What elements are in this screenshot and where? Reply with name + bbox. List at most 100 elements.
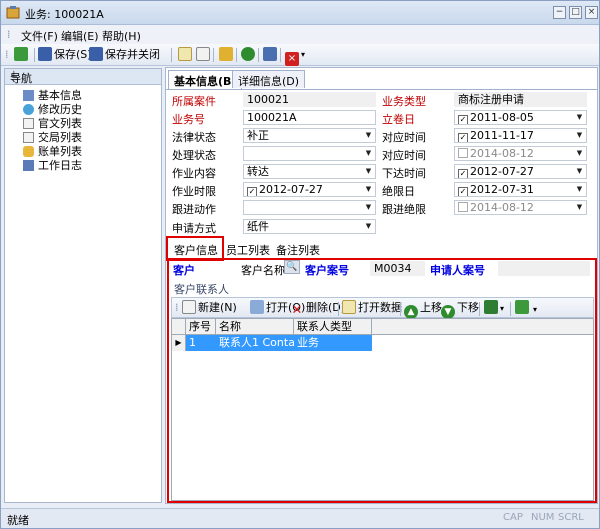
final-deadline-label: 绝限日 [382, 185, 415, 198]
resp-time-picker[interactable]: ✓ 2011-11-17 ▼ [454, 128, 587, 143]
app-icon [6, 6, 20, 19]
window-title: 业务: 100021A [25, 8, 104, 21]
save-close-button[interactable]: 保存并关闭 [89, 47, 160, 63]
legal-status-label: 法律状态 [172, 131, 216, 144]
tab-detail-info[interactable]: 详细信息(D) [232, 70, 306, 88]
chevron-down-icon[interactable]: ▼ [363, 148, 374, 159]
delete-record-button[interactable]: × [285, 47, 301, 66]
final-deadline-picker[interactable]: ✓ 2012-07-31 ▼ [454, 182, 587, 197]
move-down-button[interactable]: ▼ 下移 [441, 300, 479, 319]
column-header-type[interactable]: 联系人类型 [294, 319, 372, 334]
close-button[interactable]: × [585, 6, 598, 19]
chevron-down-icon[interactable]: ▼ [574, 130, 585, 141]
row-header-corner [172, 319, 186, 335]
follow-deadline-checkbox[interactable] [458, 202, 468, 212]
resp-time2-checkbox[interactable] [458, 148, 468, 158]
chevron-down-icon[interactable]: ▾ [500, 304, 504, 313]
info-button[interactable] [241, 47, 257, 63]
search-icon[interactable]: 🔍 [284, 260, 300, 274]
cap-indicator: CAP [503, 512, 523, 523]
new-icon [182, 300, 196, 314]
app-window: 业务: 100021A − □ × ⁞ 文件(F) 编辑(E) 帮助(H) ⁞ … [0, 0, 600, 529]
book-icon [263, 47, 277, 61]
export-excel-button[interactable]: ▾ [484, 300, 504, 316]
resp-time2-picker[interactable]: 2014-08-12 ▼ [454, 146, 587, 161]
refresh-contacts-button[interactable] [515, 300, 531, 316]
nav-item-bills[interactable]: 账单列表 [23, 143, 82, 158]
work-deadline-checkbox[interactable]: ✓ [247, 187, 257, 196]
deliver-time-picker[interactable]: ✓ 2012-07-27 ▼ [454, 164, 587, 179]
basic-info-icon [23, 90, 34, 101]
work-deadline-label: 作业时限 [172, 185, 216, 198]
final-deadline-checkbox[interactable]: ✓ [458, 187, 468, 196]
delete-contact-button[interactable]: ✕ 删除(D) [290, 300, 346, 318]
menu-bar: ⁞ 文件(F) 编辑(E) 帮助(H) [1, 25, 599, 44]
book-button[interactable] [263, 47, 279, 63]
resp-time-checkbox[interactable]: ✓ [458, 133, 468, 142]
chevron-down-icon[interactable]: ▼ [574, 166, 585, 177]
toolbar-overflow-chevron[interactable]: ▾ [533, 302, 537, 318]
minimize-button[interactable]: − [553, 6, 566, 19]
toolbar-grip: ⁞ [5, 48, 9, 61]
applicant-case-field [498, 261, 590, 276]
cell-seq: 1 [186, 335, 216, 351]
refresh-button[interactable] [14, 47, 30, 63]
nav-item-worklog[interactable]: 工作日志 [23, 157, 82, 172]
legal-status-select[interactable]: 补正 ▼ [243, 128, 376, 143]
chevron-down-icon[interactable]: ▼ [363, 202, 374, 213]
deliver-time-checkbox[interactable]: ✓ [458, 169, 468, 178]
work-content-select[interactable]: 转达 ▼ [243, 164, 376, 179]
follow-action-select[interactable]: ▼ [243, 200, 376, 215]
document-button[interactable] [178, 47, 194, 63]
menu-edit[interactable]: 编辑(E) [61, 28, 99, 44]
menu-file[interactable]: 文件(F) [21, 28, 58, 44]
refresh-icon [515, 300, 529, 314]
chevron-down-icon[interactable]: ▼ [363, 221, 374, 232]
info-icon [241, 47, 255, 61]
nav-item-history[interactable]: 修改历史 [23, 101, 82, 116]
chevron-down-icon[interactable]: ▼ [363, 184, 374, 195]
maximize-button[interactable]: □ [569, 6, 582, 19]
open-data-button[interactable]: 打开数据 [342, 300, 402, 316]
chevron-down-icon[interactable]: ▼ [363, 130, 374, 141]
client-name-label: 客户名称: [241, 264, 289, 277]
new-contact-button[interactable]: 新建(N) [182, 300, 237, 316]
document-icon [178, 47, 192, 61]
biz-no-input[interactable]: 100021A [243, 110, 376, 125]
file-date-label: 立卷日 [382, 113, 415, 126]
menu-help[interactable]: 帮助(H) [102, 28, 141, 44]
follow-deadline-picker[interactable]: 2014-08-12 ▼ [454, 200, 587, 215]
deliver-time-label: 下达时间 [382, 167, 426, 180]
move-up-button[interactable]: ▲ 上移 [404, 300, 442, 319]
chevron-down-icon[interactable]: ▼ [363, 166, 374, 177]
subtab-customer-info[interactable]: 客户信息 [174, 242, 218, 258]
file-date-picker[interactable]: ✓ 2011-08-05 ▼ [454, 110, 587, 125]
save-close-icon [89, 47, 103, 61]
column-header-seq[interactable]: 序号 [186, 319, 216, 334]
nav-item-official-docs[interactable]: 官文列表 [23, 115, 82, 130]
case-field: 100021 [243, 92, 376, 107]
nav-item-basic-info[interactable]: 基本信息 [23, 87, 82, 102]
apply-method-select[interactable]: 纸件 ▼ [243, 219, 376, 234]
toolbar-overflow-chevron[interactable]: ▾ [301, 47, 305, 63]
proc-status-select[interactable]: ▼ [243, 146, 376, 161]
column-header-name[interactable]: 名称 [216, 319, 294, 334]
chevron-down-icon[interactable]: ▼ [574, 148, 585, 159]
subtab-notes-list[interactable]: 备注列表 [276, 242, 320, 258]
follow-deadline-label: 跟进绝限 [382, 203, 426, 216]
scrl-indicator: SCRL [558, 512, 584, 523]
resp-time-label: 对应时间 [382, 131, 426, 144]
subtab-employee-list[interactable]: 员工列表 [226, 242, 270, 258]
award-button[interactable] [219, 47, 235, 63]
chevron-down-icon[interactable]: ▼ [574, 202, 585, 213]
chevron-down-icon[interactable]: ▼ [574, 112, 585, 123]
nav-item-submissions[interactable]: 交局列表 [23, 129, 82, 144]
file-date-checkbox[interactable]: ✓ [458, 115, 468, 124]
page-button[interactable] [196, 47, 212, 63]
work-deadline-picker[interactable]: ✓ 2012-07-27 ▼ [243, 182, 376, 197]
biz-no-label: 业务号 [172, 113, 205, 126]
chevron-down-icon[interactable]: ▼ [574, 184, 585, 195]
pin-icon[interactable]: ⊥ [10, 70, 157, 80]
save-button[interactable]: 保存(S) [38, 47, 92, 63]
table-row[interactable]: ▶ 1 联系人1 Contact 业务 [172, 335, 372, 351]
